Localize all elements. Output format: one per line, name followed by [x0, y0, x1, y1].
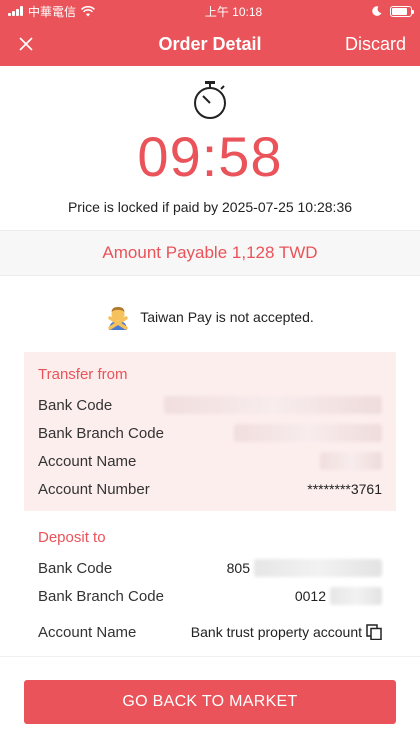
- transfer-bank-code-label: Bank Code: [38, 396, 113, 414]
- countdown-timer: 09:58: [137, 125, 283, 188]
- copy-icon[interactable]: [366, 624, 382, 640]
- notice-text: Taiwan Pay is not accepted.: [140, 309, 314, 325]
- close-button[interactable]: [14, 32, 38, 56]
- transfer-account-number-label: Account Number: [38, 480, 150, 498]
- transfer-branch-code-row: Bank Branch Code: [38, 419, 382, 447]
- status-time: 上午 10:18: [204, 4, 263, 19]
- redacted-value: [234, 424, 382, 442]
- amount-payable: Amount Payable 1,128 TWD: [102, 243, 318, 262]
- redacted-value: [320, 452, 382, 470]
- nav-bar: Order Detail Discard: [0, 22, 420, 66]
- transfer-from-card: Transfer from Bank Code Bank Branch Code…: [24, 352, 396, 511]
- close-icon: [19, 37, 33, 51]
- price-locked-text: Price is locked if paid by 2025-07-25 10…: [67, 199, 353, 215]
- deposit-account-name-row: Account Name Bank trust property account: [38, 618, 382, 646]
- deposit-bank-code-row: Bank Code 805: [38, 554, 382, 582]
- deposit-account-name-value: Bank trust property account: [190, 624, 362, 640]
- deposit-bank-code-label: Bank Code: [38, 559, 113, 577]
- deposit-bank-code-value: 805: [226, 560, 250, 576]
- moon-icon: [372, 6, 382, 16]
- deposit-branch-code-label: Bank Branch Code: [38, 587, 164, 605]
- status-right: [372, 5, 414, 17]
- deposit-branch-code-row: Bank Branch Code 0012: [38, 582, 382, 610]
- timer-section: 09:58 Price is locked if paid by 2025-07…: [0, 66, 420, 215]
- bottom-bar: GO BACK TO MARKET: [0, 656, 420, 747]
- transfer-branch-code-label: Bank Branch Code: [38, 424, 164, 442]
- status-bar: 中華電信 上午 10:18: [0, 0, 420, 22]
- deposit-to-title: Deposit to: [38, 529, 106, 546]
- transfer-account-number-row: Account Number ********3761: [38, 475, 382, 503]
- go-back-to-market-button[interactable]: GO BACK TO MARKET: [24, 680, 396, 724]
- redacted-value: [254, 559, 382, 577]
- deposit-branch-code-value: 0012: [294, 588, 326, 604]
- person-gesturing-no-icon: [108, 306, 128, 330]
- payment-notice: Taiwan Pay is not accepted.: [0, 304, 420, 330]
- carrier-name: 中華電信: [28, 4, 77, 19]
- discard-button[interactable]: Discard: [345, 34, 406, 55]
- status-left: 中華電信: [8, 3, 95, 20]
- wifi-icon: [81, 5, 95, 16]
- transfer-from-title: Transfer from: [38, 366, 128, 383]
- redacted-value: [330, 587, 382, 605]
- stopwatch-icon: [194, 81, 226, 119]
- amount-payable-band: Amount Payable 1,128 TWD: [0, 230, 420, 276]
- signal-icon: [8, 6, 23, 16]
- transfer-bank-code-row: Bank Code: [38, 391, 382, 419]
- transfer-account-name-row: Account Name: [38, 447, 382, 475]
- battery-icon: [389, 5, 414, 17]
- deposit-account-name-label: Account Name: [38, 623, 137, 641]
- deposit-to-card: Deposit to Bank Code 805 Bank Branch Cod…: [24, 515, 396, 654]
- transfer-account-name-label: Account Name: [38, 452, 137, 470]
- transfer-account-number-value: ********3761: [307, 481, 382, 497]
- redacted-value: [164, 396, 382, 414]
